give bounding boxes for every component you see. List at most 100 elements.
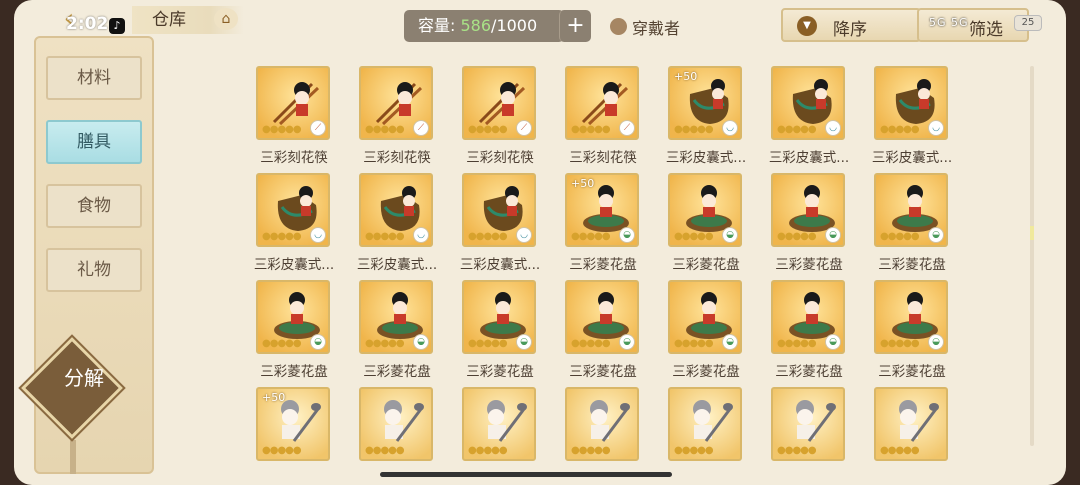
- capacity-total: /1000: [491, 16, 538, 35]
- item-name: 三彩刻花筷: [363, 150, 431, 166]
- star-rating-icon: ●●●●●: [777, 231, 817, 242]
- ladle-icon: [375, 395, 425, 449]
- sort-down-icon: ▼: [797, 16, 817, 36]
- cup-badge-icon: ◡: [413, 227, 429, 243]
- signal-icon: 5G 5G: [929, 16, 969, 29]
- item-card[interactable]: ●●●●● ◡ 三彩皮囊式...: [460, 173, 540, 277]
- item-card[interactable]: ●●●●● ◒ 三彩菱花盘: [666, 173, 746, 277]
- capacity-display: 容量: 586/1000: [404, 10, 564, 42]
- bowl-badge-icon: ◒: [619, 334, 635, 350]
- star-rating-icon: ●●●●●: [777, 124, 817, 135]
- tab-food[interactable]: 食物: [46, 184, 142, 228]
- item-name: 三彩菱花盘: [260, 364, 328, 380]
- item-frame: ●●●●● ◒: [771, 280, 845, 354]
- item-frame: ●●●●● ◡: [359, 173, 433, 247]
- item-frame: ●●●●● ◡: [771, 66, 845, 140]
- item-frame: ●●●●● ◡: [462, 173, 536, 247]
- item-name: 三彩菱花盘: [466, 364, 534, 380]
- item-frame: ●●●●● ◒: [565, 280, 639, 354]
- star-rating-icon: ●●●●●: [674, 338, 714, 349]
- bowl-badge-icon: ◒: [928, 334, 944, 350]
- star-rating-icon: ●●●●●: [468, 231, 508, 242]
- scroll-thumb[interactable]: [1030, 226, 1034, 240]
- tab-gifts[interactable]: 礼物: [46, 248, 142, 292]
- item-card[interactable]: ●●●●●: [666, 387, 746, 461]
- battery-icon: 25: [1014, 15, 1042, 31]
- item-card[interactable]: ●●●●● ⟋ 三彩刻花筷: [254, 66, 334, 170]
- bowl-badge-icon: ◒: [722, 227, 738, 243]
- item-card[interactable]: ●●●●● ◡ 三彩皮囊式...: [254, 173, 334, 277]
- bowl-badge-icon: ◒: [619, 227, 635, 243]
- item-frame: ●●●●● ◡: [256, 173, 330, 247]
- item-card[interactable]: ●●●●●: [769, 387, 849, 461]
- star-rating-icon: ●●●●●: [880, 338, 920, 349]
- star-rating-icon: ●●●●●: [571, 338, 611, 349]
- scrollbar[interactable]: [1030, 66, 1034, 446]
- item-frame: ●●●●● ◒: [462, 280, 536, 354]
- spoon-badge-icon: ⟋: [310, 120, 326, 136]
- item-card[interactable]: ●●●●●: [357, 387, 437, 461]
- item-card[interactable]: ●●●●● ◡ 三彩皮囊式...: [769, 66, 849, 170]
- item-frame: ●●●●● ◒: [668, 173, 742, 247]
- ladle-icon: [684, 395, 734, 449]
- tab-materials[interactable]: 材料: [46, 56, 142, 100]
- item-card[interactable]: ●●●●● ◒ 三彩菱花盘: [769, 173, 849, 277]
- cup-badge-icon: ◡: [825, 120, 841, 136]
- star-rating-icon: ●●●●●: [365, 231, 405, 242]
- item-card[interactable]: ●●●●● ◒ 三彩菱花盘: [666, 280, 746, 384]
- item-frame: ●●●●● ◡ +50: [668, 66, 742, 140]
- bowl-badge-icon: ◒: [722, 334, 738, 350]
- star-rating-icon: ●●●●●: [262, 231, 302, 242]
- cup-badge-icon: ◡: [722, 120, 738, 136]
- star-rating-icon: ●●●●●: [468, 445, 508, 456]
- item-card[interactable]: ●●●●● ◒ +50 三彩菱花盘: [563, 173, 643, 277]
- filter-label: 筛选: [969, 20, 1003, 40]
- item-frame: ●●●●●: [771, 387, 845, 461]
- star-rating-icon: ●●●●●: [777, 338, 817, 349]
- ladle-icon: [787, 395, 837, 449]
- item-name: 三彩皮囊式...: [253, 257, 335, 273]
- item-card[interactable]: ●●●●● ◒ 三彩菱花盘: [872, 280, 952, 384]
- sort-button[interactable]: ▼ 降序: [781, 8, 921, 42]
- item-name: 三彩菱花盘: [363, 364, 431, 380]
- item-card[interactable]: ●●●●● ⟋ 三彩刻花筷: [563, 66, 643, 170]
- item-card[interactable]: ●●●●●: [563, 387, 643, 461]
- item-name: 三彩菱花盘: [878, 257, 946, 273]
- item-card[interactable]: ●●●●● ◒ 三彩菱花盘: [769, 280, 849, 384]
- bowl-badge-icon: ◒: [310, 334, 326, 350]
- star-rating-icon: ●●●●●: [571, 231, 611, 242]
- ladle-icon: [581, 395, 631, 449]
- tab-tableware[interactable]: 膳具: [46, 120, 142, 164]
- item-name: 三彩皮囊式...: [459, 257, 541, 273]
- item-card[interactable]: ●●●●● ◒ 三彩菱花盘: [563, 280, 643, 384]
- item-name: 三彩菱花盘: [672, 364, 740, 380]
- star-rating-icon: ●●●●●: [262, 338, 302, 349]
- item-card[interactable]: ●●●●● ◡ 三彩皮囊式...: [872, 66, 952, 170]
- decompose-label[interactable]: 分解: [64, 366, 104, 390]
- item-card[interactable]: ●●●●● ⟋ 三彩刻花筷: [460, 66, 540, 170]
- star-rating-icon: ●●●●●: [880, 124, 920, 135]
- wearer-label[interactable]: 穿戴者: [632, 15, 680, 39]
- item-card[interactable]: ●●●●● ⟋ 三彩刻花筷: [357, 66, 437, 170]
- item-card[interactable]: ●●●●● ◒ 三彩菱花盘: [254, 280, 334, 384]
- item-card[interactable]: ●●●●●: [460, 387, 540, 461]
- item-card[interactable]: ●●●●● +50: [254, 387, 334, 461]
- cup-badge-icon: ◡: [310, 227, 326, 243]
- star-rating-icon: ●●●●●: [880, 231, 920, 242]
- add-capacity-button[interactable]: +: [559, 10, 591, 42]
- item-card[interactable]: ●●●●● ◡ 三彩皮囊式...: [357, 173, 437, 277]
- spoon-badge-icon: ⟋: [413, 120, 429, 136]
- star-rating-icon: ●●●●●: [468, 124, 508, 135]
- item-card[interactable]: ●●●●● ◒ 三彩菱花盘: [460, 280, 540, 384]
- item-card[interactable]: ●●●●● ◒ 三彩菱花盘: [872, 173, 952, 277]
- item-name: 三彩刻花筷: [466, 150, 534, 166]
- bowl-badge-icon: ◒: [413, 334, 429, 350]
- item-card[interactable]: ●●●●● ◡ +50 三彩皮囊式...: [666, 66, 746, 170]
- capacity-used: 586: [460, 16, 492, 35]
- page-title: 仓库: [152, 10, 186, 30]
- tiktok-icon: ♪: [109, 18, 125, 34]
- wearer-toggle-icon[interactable]: [610, 18, 627, 35]
- item-card[interactable]: ●●●●● ◒ 三彩菱花盘: [357, 280, 437, 384]
- item-card[interactable]: ●●●●●: [872, 387, 952, 461]
- item-grid: ●●●●● ⟋ 三彩刻花筷 ●●●●● ⟋ 三彩刻花筷 ●●●●● ⟋ 三彩刻花筷 ●●●●● ⟋ 三…: [240, 66, 1040, 461]
